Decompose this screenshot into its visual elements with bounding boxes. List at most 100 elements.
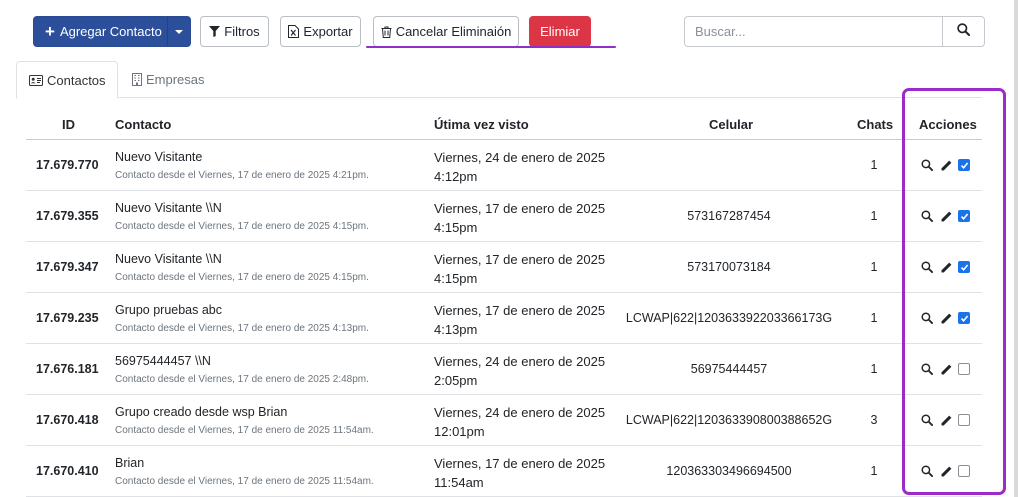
plus-icon: +: [45, 22, 55, 41]
cell-number: LCWAP|622|120363390800388652G: [625, 413, 833, 427]
contact-name: Grupo pruebas abc: [115, 303, 223, 317]
last-seen: Viernes, 24 de enero de 2025 2:05pm: [434, 352, 614, 390]
row-actions: [920, 158, 970, 172]
edit-pencil-icon[interactable]: [939, 362, 953, 376]
chats-count: 1: [870, 362, 878, 376]
view-icon[interactable]: [920, 362, 934, 376]
row-id: 17.676.181: [36, 362, 99, 376]
last-seen: Viernes, 17 de enero de 2025 11:54am: [434, 454, 614, 492]
contact-name: Brian: [115, 456, 145, 470]
view-icon[interactable]: [920, 413, 934, 427]
delete-label: Elimiar: [540, 24, 580, 39]
search-button[interactable]: [942, 16, 985, 47]
contact-name: 56975444457 \\N: [115, 354, 211, 368]
select-checkbox[interactable]: [958, 159, 970, 171]
edit-pencil-icon[interactable]: [939, 413, 953, 427]
contact-name: Nuevo Visitante \\N: [115, 201, 222, 215]
contact-name: Nuevo Visitante \\N: [115, 252, 222, 266]
search-icon: [957, 22, 970, 41]
contact-since: Contacto desde el Viernes, 17 de enero d…: [115, 170, 369, 181]
last-seen: Viernes, 24 de enero de 2025 12:01pm: [434, 403, 614, 441]
row-actions: [920, 464, 970, 478]
select-checkbox[interactable]: [958, 363, 970, 375]
last-seen-time: 4:15pm: [434, 220, 478, 235]
table-row: 17.670.418 Grupo creado desde wsp Brian Co…: [26, 395, 982, 446]
contacts-table: ID Contacto Útima vez visto Celular Chat…: [26, 106, 982, 497]
last-seen-time: 4:15pm: [434, 271, 478, 286]
select-checkbox[interactable]: [958, 312, 970, 324]
header-id: ID: [62, 117, 75, 132]
filters-button[interactable]: Filtros: [200, 16, 269, 47]
address-card-icon: [29, 74, 43, 86]
contact-since: Contacto desde el Viernes, 17 de enero d…: [115, 221, 369, 232]
row-id: 17.679.355: [36, 209, 99, 223]
view-icon[interactable]: [920, 464, 934, 478]
last-seen-time: 4:12pm: [434, 169, 478, 184]
excel-file-icon: [288, 25, 300, 38]
filters-label: Filtros: [224, 24, 260, 39]
cell-number: 56975444457: [690, 362, 768, 376]
last-seen-date: Viernes, 24 de enero de 2025: [434, 354, 606, 369]
row-id: 17.670.418: [36, 413, 99, 427]
header-last-seen: Útima vez visto: [434, 117, 529, 132]
select-checkbox[interactable]: [958, 210, 970, 222]
last-seen-date: Viernes, 24 de enero de 2025: [434, 405, 606, 420]
search-group: [684, 16, 985, 47]
add-contact-dropdown-toggle[interactable]: [167, 17, 190, 46]
edit-pencil-icon[interactable]: [939, 209, 953, 223]
table-row: 17.670.410 Brian Contacto desde el Viernes…: [26, 446, 982, 497]
check-icon: [960, 212, 968, 220]
last-seen-date: Viernes, 17 de enero de 2025: [434, 456, 606, 471]
chats-count: 3: [870, 413, 878, 427]
view-icon[interactable]: [920, 209, 934, 223]
chats-count: 1: [870, 209, 878, 223]
last-seen: Viernes, 24 de enero de 2025 4:12pm: [434, 148, 614, 186]
row-id: 17.679.347: [36, 260, 99, 274]
window-edge: [1014, 0, 1018, 497]
chats-count: 1: [870, 158, 878, 172]
view-icon[interactable]: [920, 260, 934, 274]
cancel-delete-button[interactable]: Cancelar Eliminaión: [373, 16, 519, 47]
export-button[interactable]: Exportar: [280, 16, 361, 47]
select-checkbox[interactable]: [958, 414, 970, 426]
header-actions: Acciones: [919, 117, 977, 132]
table-row: 17.679.347 Nuevo Visitante \\N Contacto de…: [26, 242, 982, 293]
view-icon[interactable]: [920, 158, 934, 172]
building-icon: [132, 73, 142, 86]
contact-since: Contacto desde el Viernes, 17 de enero d…: [115, 476, 374, 487]
view-icon[interactable]: [920, 311, 934, 325]
annotation-underline: [366, 46, 616, 48]
contact-since: Contacto desde el Viernes, 17 de enero d…: [115, 323, 369, 334]
table-row: 17.679.235 Grupo pruebas abc Contacto desd…: [26, 293, 982, 344]
delete-button[interactable]: Elimiar: [529, 16, 591, 47]
tab-empresas[interactable]: Empresas: [120, 61, 217, 98]
contact-since: Contacto desde el Viernes, 17 de enero d…: [115, 272, 369, 283]
last-seen: Viernes, 17 de enero de 2025 4:13pm: [434, 301, 614, 339]
contact-name: Nuevo Visitante: [115, 150, 203, 164]
chats-count: 1: [870, 464, 878, 478]
cell-number: LCWAP|622|120363392203366173G: [625, 311, 833, 325]
edit-pencil-icon[interactable]: [939, 311, 953, 325]
check-icon: [960, 314, 968, 322]
tab-empresas-label: Empresas: [146, 72, 205, 87]
tabs: Contactos Empresas: [16, 61, 982, 99]
cell-number: 573167287454: [687, 209, 771, 223]
row-actions: [920, 311, 970, 325]
row-id: 17.679.770: [36, 158, 99, 172]
edit-pencil-icon[interactable]: [939, 158, 953, 172]
select-checkbox[interactable]: [958, 261, 970, 273]
add-contact-split-button: + Agregar Contacto: [33, 16, 191, 47]
table-header: ID Contacto Útima vez visto Celular Chat…: [26, 106, 982, 140]
search-input[interactable]: [684, 16, 942, 47]
tab-contactos[interactable]: Contactos: [16, 61, 118, 99]
cell-number: 573170073184: [687, 260, 771, 274]
row-id: 17.679.235: [36, 311, 99, 325]
add-contact-button[interactable]: + Agregar Contacto: [34, 17, 167, 46]
select-checkbox[interactable]: [958, 465, 970, 477]
last-seen: Viernes, 17 de enero de 2025 4:15pm: [434, 250, 614, 288]
header-chats: Chats: [857, 117, 894, 132]
export-label: Exportar: [303, 24, 353, 39]
edit-pencil-icon[interactable]: [939, 464, 953, 478]
contact-since: Contacto desde el Viernes, 17 de enero d…: [115, 374, 369, 385]
edit-pencil-icon[interactable]: [939, 260, 953, 274]
